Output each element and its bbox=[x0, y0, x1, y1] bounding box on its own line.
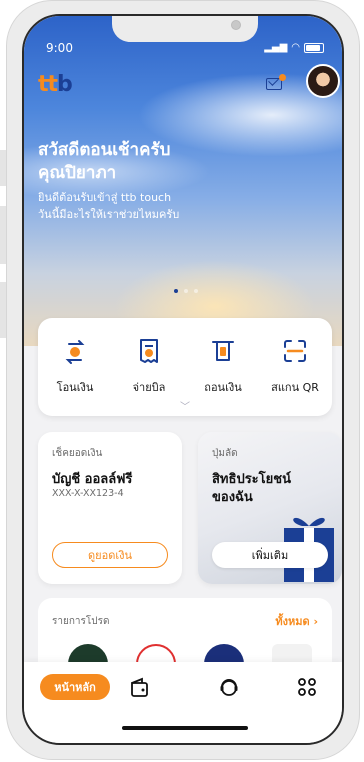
support-icon[interactable] bbox=[218, 676, 240, 698]
transfer-label: โอนเงิน bbox=[56, 381, 94, 394]
ttb-logo: ttb bbox=[38, 72, 73, 97]
mail-icon[interactable] bbox=[266, 74, 286, 90]
greeting-sub-1: ยินดีต้อนรับเข้าสู่ ttb touch bbox=[38, 191, 172, 204]
favorites-title: รายการโปรด bbox=[52, 616, 110, 627]
chevron-right-icon: › bbox=[313, 615, 318, 628]
home-indicator bbox=[122, 726, 248, 730]
greeting-sub-2: วันนี้มีอะไรให้เราช่วยไหมครับ bbox=[38, 208, 180, 221]
carousel-dot[interactable] bbox=[184, 289, 188, 293]
withdraw-button[interactable]: ถอนเงิน bbox=[188, 336, 258, 396]
menu-grid-icon[interactable] bbox=[296, 676, 318, 698]
view-balance-button[interactable]: ดูยอดเงิน bbox=[52, 542, 168, 568]
pay-bill-label: จ่ายบิล bbox=[132, 381, 166, 394]
carousel-dot[interactable] bbox=[174, 289, 178, 293]
wallet-icon[interactable] bbox=[128, 676, 150, 698]
balance-caption: เช็คยอดเงิน bbox=[52, 448, 103, 459]
account-name: บัญชี ออลล์ฟรี bbox=[52, 472, 133, 487]
transfer-button[interactable]: โอนเงิน bbox=[40, 336, 110, 396]
avatar[interactable] bbox=[306, 64, 340, 98]
greeting-name: คุณปิยาภา bbox=[38, 163, 117, 183]
privilege-title-2: ของฉัน bbox=[212, 490, 253, 505]
account-number: XXX-X-XX123-4 bbox=[52, 488, 124, 499]
chevron-down-icon[interactable]: ﹀ bbox=[180, 398, 190, 413]
scan-qr-label: สแกน QR bbox=[271, 381, 319, 394]
scan-qr-button[interactable]: สแกน QR bbox=[260, 336, 330, 396]
tab-home[interactable]: หน้าหลัก bbox=[40, 674, 110, 700]
withdraw-label: ถอนเงิน bbox=[204, 381, 242, 394]
shortcut-caption: ปุ่มลัด bbox=[212, 448, 238, 459]
carousel-dots bbox=[174, 289, 198, 293]
phone-screen: 9:00 ▂▄▆ ◠ ttb สวัสดีตอนเช้าครับ คุณปิยา… bbox=[22, 14, 344, 745]
camera-icon bbox=[231, 20, 241, 30]
carousel-dot[interactable] bbox=[194, 289, 198, 293]
battery-icon bbox=[304, 42, 324, 53]
status-icons: ▂▄▆ ◠ bbox=[264, 42, 324, 53]
quick-actions: โอนเงิน จ่ายบิล ถอนเงิน สแกน QR ﹀ bbox=[38, 318, 332, 416]
wifi-icon: ◠ bbox=[291, 42, 300, 53]
signal-icon: ▂▄▆ bbox=[264, 42, 288, 53]
bottom-tab-bar: หน้าหลัก bbox=[24, 662, 342, 743]
privilege-card[interactable]: ปุ่มลัด สิทธิประโยชน์ ของฉัน เพิ่มเติม bbox=[198, 432, 342, 584]
notification-dot bbox=[279, 74, 286, 81]
status-time: 9:00 bbox=[46, 41, 73, 55]
see-all-link[interactable]: ทั้งหมด › bbox=[275, 612, 318, 630]
notch bbox=[112, 16, 258, 42]
transfer-icon bbox=[65, 340, 85, 364]
bill-icon bbox=[140, 339, 158, 363]
pay-bill-button[interactable]: จ่ายบิล bbox=[114, 336, 184, 396]
scan-qr-icon bbox=[284, 340, 306, 362]
balance-card[interactable]: เช็คยอดเงิน บัญชี ออลล์ฟรี XXX-X-XX123-4… bbox=[38, 432, 182, 584]
withdraw-icon bbox=[212, 341, 234, 361]
more-button[interactable]: เพิ่มเติม bbox=[212, 542, 328, 568]
